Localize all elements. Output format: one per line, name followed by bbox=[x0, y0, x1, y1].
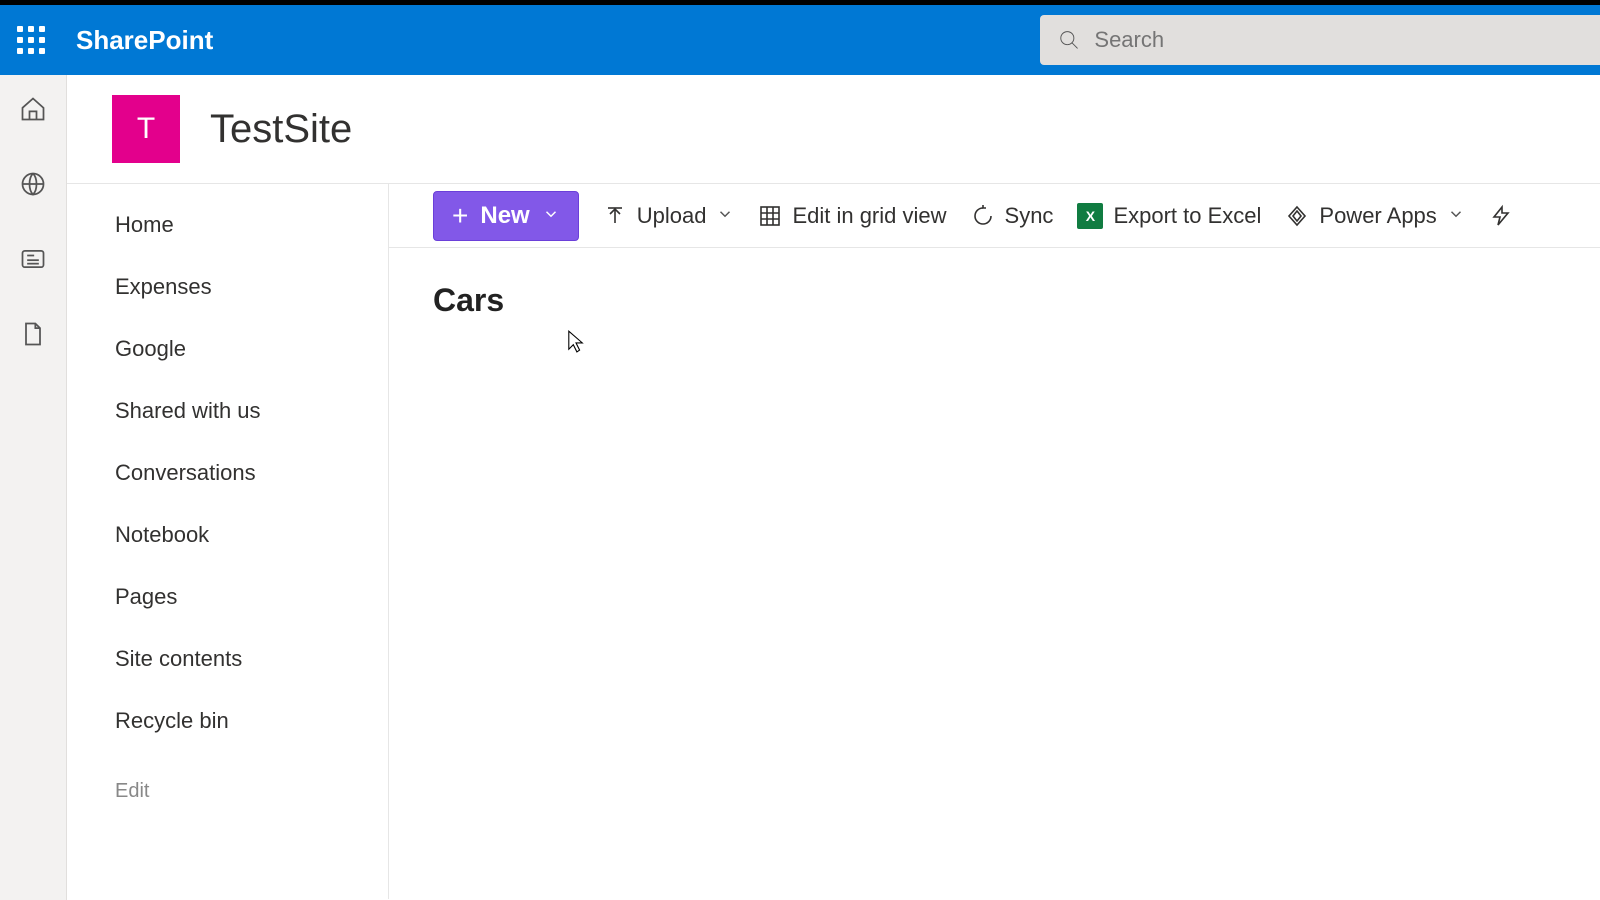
app-launcher-button[interactable] bbox=[0, 5, 62, 75]
edit-grid-label: Edit in grid view bbox=[792, 203, 946, 229]
site-title[interactable]: TestSite bbox=[210, 107, 352, 152]
automate-button[interactable] bbox=[1489, 204, 1513, 228]
news-icon bbox=[19, 245, 47, 273]
nav-item-home[interactable]: Home bbox=[67, 194, 388, 256]
file-icon bbox=[19, 320, 47, 348]
edit-grid-button[interactable]: Edit in grid view bbox=[758, 203, 946, 229]
plus-icon: + bbox=[452, 202, 468, 230]
nav-item-site-contents[interactable]: Site contents bbox=[67, 628, 388, 690]
list-title: Cars bbox=[389, 248, 1600, 319]
rail-news[interactable] bbox=[19, 245, 47, 278]
upload-label: Upload bbox=[637, 203, 707, 229]
home-icon bbox=[19, 95, 47, 123]
export-excel-button[interactable]: X Export to Excel bbox=[1077, 203, 1261, 229]
chevron-down-icon bbox=[1447, 203, 1465, 229]
main-region: + New Upload Edit in grid view bbox=[389, 184, 1600, 899]
sync-button[interactable]: Sync bbox=[971, 203, 1054, 229]
chevron-down-icon bbox=[716, 203, 734, 229]
nav-item-shared[interactable]: Shared with us bbox=[67, 380, 388, 442]
new-button-label: New bbox=[480, 202, 529, 230]
brand-label[interactable]: SharePoint bbox=[76, 25, 213, 56]
rail-global[interactable] bbox=[19, 170, 47, 203]
left-rail bbox=[0, 75, 67, 900]
search-box[interactable] bbox=[1040, 15, 1600, 65]
power-apps-icon bbox=[1285, 204, 1309, 228]
command-bar: + New Upload Edit in grid view bbox=[389, 184, 1600, 248]
search-icon bbox=[1058, 28, 1080, 52]
upload-button[interactable]: Upload bbox=[603, 203, 735, 229]
globe-icon bbox=[19, 170, 47, 198]
suite-bar: SharePoint bbox=[0, 0, 1600, 75]
nav-item-notebook[interactable]: Notebook bbox=[67, 504, 388, 566]
nav-item-google[interactable]: Google bbox=[67, 318, 388, 380]
search-input[interactable] bbox=[1094, 27, 1600, 53]
grid-icon bbox=[758, 204, 782, 228]
site-logo[interactable]: T bbox=[112, 95, 180, 163]
side-nav: Home Expenses Google Shared with us Conv… bbox=[67, 184, 389, 899]
power-apps-button[interactable]: Power Apps bbox=[1285, 203, 1464, 229]
rail-home[interactable] bbox=[19, 95, 47, 128]
waffle-icon bbox=[17, 26, 45, 54]
mouse-cursor bbox=[567, 329, 585, 355]
nav-item-conversations[interactable]: Conversations bbox=[67, 442, 388, 504]
sync-icon bbox=[971, 204, 995, 228]
nav-item-pages[interactable]: Pages bbox=[67, 566, 388, 628]
power-apps-label: Power Apps bbox=[1319, 203, 1436, 229]
automate-icon bbox=[1489, 204, 1513, 228]
rail-files[interactable] bbox=[19, 320, 47, 353]
nav-item-expenses[interactable]: Expenses bbox=[67, 256, 388, 318]
site-header: T TestSite bbox=[67, 75, 1600, 184]
export-label: Export to Excel bbox=[1113, 203, 1261, 229]
nav-edit-link[interactable]: Edit bbox=[67, 752, 388, 821]
excel-icon: X bbox=[1077, 203, 1103, 229]
new-button[interactable]: + New bbox=[433, 191, 579, 241]
chevron-down-icon bbox=[542, 202, 560, 230]
upload-icon bbox=[603, 204, 627, 228]
page-body: T TestSite Home Expenses Google Shared w… bbox=[67, 75, 1600, 900]
nav-item-recycle-bin[interactable]: Recycle bin bbox=[67, 690, 388, 752]
sync-label: Sync bbox=[1005, 203, 1054, 229]
